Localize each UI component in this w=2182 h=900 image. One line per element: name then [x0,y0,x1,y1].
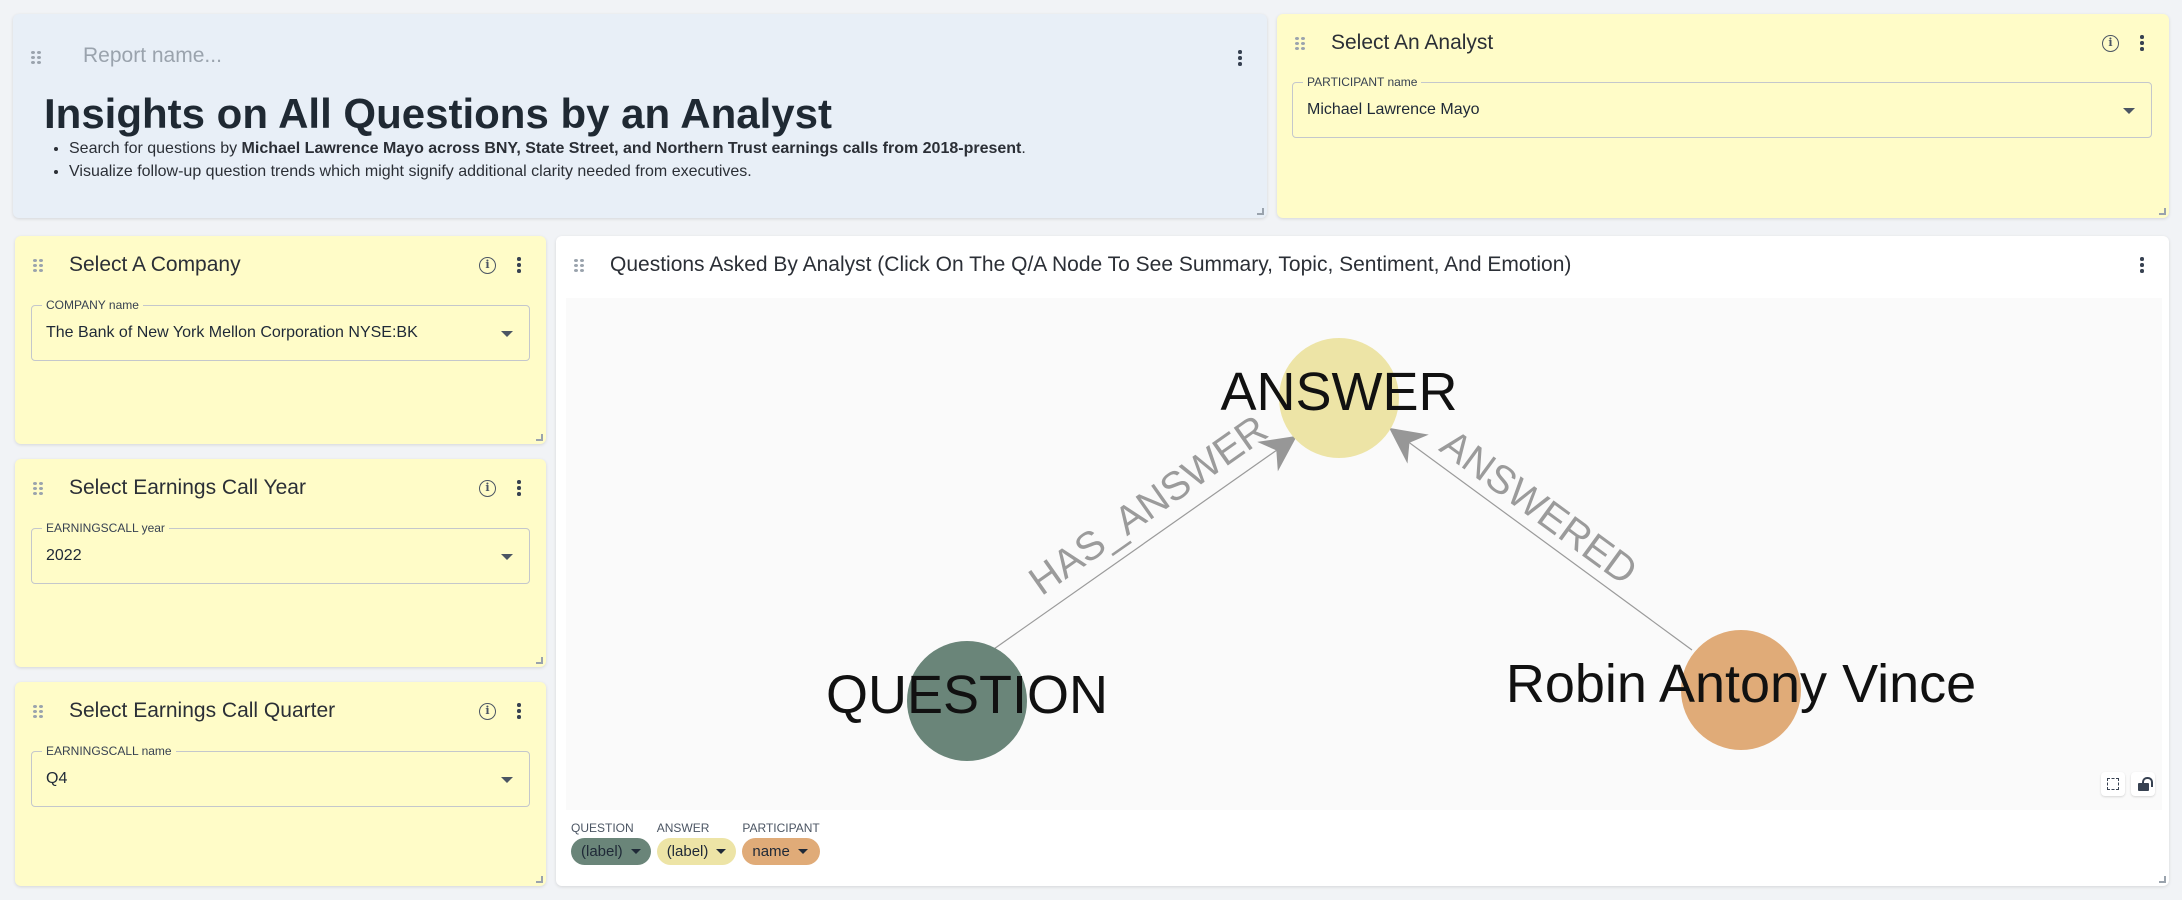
field-value: 2022 [46,547,82,564]
card-title: Questions Asked By Analyst (Click On The… [610,253,1572,276]
legend-category: ANSWER [656,821,710,835]
drag-handle-icon[interactable] [33,258,47,272]
drag-handle-icon[interactable] [1295,36,1309,50]
questions-graph-card: Questions Asked By Analyst (Click On The… [556,236,2169,886]
select-year-card: Select Earnings Call Year i EARNINGSCALL… [15,459,546,667]
report-name-input[interactable]: Report name... [83,44,222,68]
graph-toolbar [2101,772,2155,796]
edge-has-answer[interactable] [963,435,1297,671]
graph-canvas[interactable]: HAS_ANSWER ANSWERED ANSWER QUESTION Robi… [566,298,2162,810]
legend-chip-value: name [752,843,790,860]
page-title: Insights on All Questions by an Analyst [44,90,832,137]
drag-handle-icon[interactable] [33,704,47,718]
company-name-select[interactable]: COMPANY name The Bank of New York Mellon… [31,298,530,361]
caret-down-icon [797,849,808,854]
info-icon[interactable]: i [479,702,496,720]
kebab-menu-icon[interactable] [514,257,524,273]
edge-label-has-answer: HAS_ANSWER [1021,407,1275,604]
field-value: Q4 [46,770,68,787]
chevron-down-icon[interactable] [501,777,513,783]
chevron-down-icon[interactable] [501,554,513,560]
node-label-participant: Robin Antony Vince [1506,654,1976,714]
chevron-down-icon[interactable] [501,331,513,337]
card-title: Select Earnings Call Year [69,476,306,499]
node-label-answer: ANSWER [1220,362,1457,422]
report-header-card: Report name... Insights on All Questions… [13,14,1267,218]
kebab-menu-icon[interactable] [1235,50,1245,66]
description-item: Search for questions by Michael Lawrence… [69,140,1026,158]
field-label: COMPANY name [42,298,143,312]
kebab-menu-icon[interactable] [514,480,524,496]
legend-chip-participant[interactable]: name [742,838,820,865]
resize-handle-icon[interactable] [1257,208,1264,215]
edge-label-answered: ANSWERED [1432,421,1645,593]
select-analyst-card: Select An Analyst i PARTICIPANT name Mic… [1277,14,2169,218]
fit-graph-icon[interactable] [2101,772,2125,796]
kebab-menu-icon[interactable] [2137,35,2147,51]
kebab-menu-icon[interactable] [514,703,524,719]
card-title: Select A Company [69,253,241,276]
earningscall-year-select[interactable]: EARNINGSCALL year 2022 [31,521,530,584]
description-bold: Michael Lawrence Mayo across BNY, State … [241,140,1022,157]
graph-svg[interactable]: HAS_ANSWER ANSWERED ANSWER QUESTION Robi… [566,298,2162,810]
legend-item-question: QUESTION (label) [571,821,651,865]
resize-handle-icon[interactable] [536,876,543,883]
lock-icon[interactable] [2131,772,2155,796]
legend-chip-question[interactable]: (label) [571,838,651,865]
earningscall-quarter-select[interactable]: EARNINGSCALL name Q4 [31,744,530,807]
field-value: The Bank of New York Mellon Corporation … [46,324,418,341]
legend-item-participant: PARTICIPANT name [742,821,820,865]
card-title: Select An Analyst [1331,31,1494,54]
legend-chip-value: (label) [581,843,623,860]
resize-handle-icon[interactable] [2159,876,2166,883]
legend-category: PARTICIPANT [742,821,820,835]
node-label-question: QUESTION [826,665,1108,725]
legend-chip-answer[interactable]: (label) [656,838,737,865]
participant-name-select[interactable]: PARTICIPANT name Michael Lawrence Mayo [1292,75,2152,138]
legend-item-answer: ANSWER (label) [656,821,737,865]
drag-handle-icon[interactable] [574,258,588,272]
drag-handle-icon[interactable] [31,50,45,64]
chevron-down-icon[interactable] [2123,108,2135,114]
info-icon[interactable]: i [479,256,496,274]
info-icon[interactable]: i [2102,34,2119,52]
caret-down-icon [716,849,727,854]
description-item: Visualize follow-up question trends whic… [69,163,1026,181]
caret-down-icon [630,849,641,854]
field-value: Michael Lawrence Mayo [1307,101,1480,118]
legend-chip-value: (label) [666,843,709,860]
field-label: EARNINGSCALL year [42,521,169,535]
description-list: Search for questions by Michael Lawrence… [69,140,1026,186]
edge-answered[interactable] [1389,427,1693,651]
resize-handle-icon[interactable] [536,434,543,441]
card-title: Select Earnings Call Quarter [69,699,336,722]
kebab-menu-icon[interactable] [2137,257,2147,273]
graph-legend: QUESTION (label) ANSWER (label) PARTICIP… [571,821,820,865]
drag-handle-icon[interactable] [33,481,47,495]
info-icon[interactable]: i [479,479,496,497]
field-label: PARTICIPANT name [1303,75,1422,89]
resize-handle-icon[interactable] [536,657,543,664]
field-label: EARNINGSCALL name [42,744,176,758]
select-company-card: Select A Company i COMPANY name The Bank… [15,236,546,444]
select-quarter-card: Select Earnings Call Quarter i EARNINGSC… [15,682,546,886]
resize-handle-icon[interactable] [2159,208,2166,215]
legend-category: QUESTION [571,821,634,835]
